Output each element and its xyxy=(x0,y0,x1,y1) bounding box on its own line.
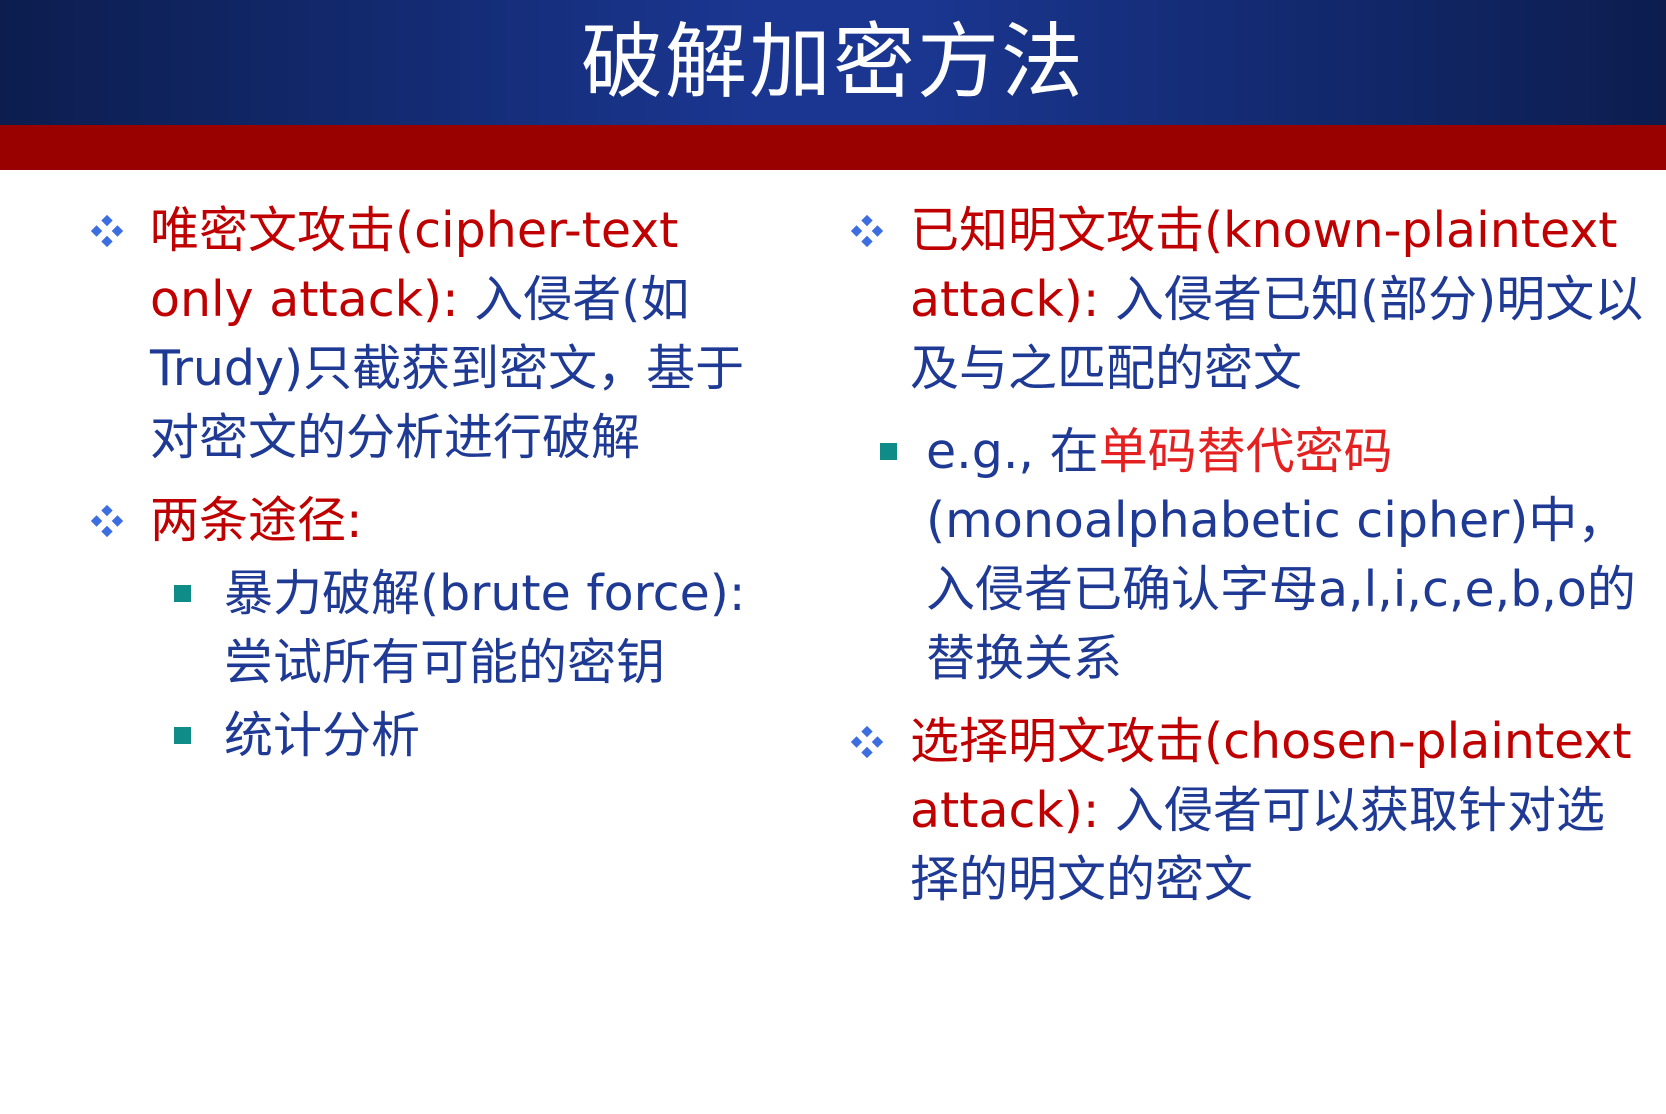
slide-title: 破解加密方法 xyxy=(580,14,1085,110)
diamond-cluster-icon xyxy=(90,504,124,538)
right-column: 已知明文攻击(known-plaintext attack): 入侵者已知(部分… xyxy=(848,196,1648,914)
text-brute-force: 暴力破解(brute force): 尝试所有可能的密钥 xyxy=(224,565,746,691)
square-bullet-icon xyxy=(174,585,212,623)
text-statistical: 统计分析 xyxy=(224,707,421,764)
example-highlight: 单码替代密码 xyxy=(1098,423,1393,480)
sub-bullet-example: e.g., 在单码替代密码 (monoalphabetic cipher)中，入侵… xyxy=(848,417,1648,693)
diamond-cluster-icon xyxy=(850,725,884,759)
sub-bullet-statistical: 统计分析 xyxy=(88,701,788,770)
bullet-two-ways: 两条途径: xyxy=(88,486,788,555)
bullet-chosen-plaintext: 选择明文攻击(chosen-plaintext attack): 入侵者可以获取… xyxy=(848,707,1648,914)
title-bar: 破解加密方法 xyxy=(0,0,1666,125)
example-prefix: e.g., 在 xyxy=(926,423,1099,480)
sub-bullet-brute-force: 暴力破解(brute force): 尝试所有可能的密钥 xyxy=(88,559,788,697)
square-bullet-icon xyxy=(174,727,212,765)
label-two-ways: 两条途径: xyxy=(150,492,363,549)
example-suffix: (monoalphabetic cipher)中，入侵者已确认字母a,l,i,c… xyxy=(926,492,1636,687)
diamond-cluster-icon xyxy=(850,214,884,248)
diamond-cluster-icon xyxy=(90,214,124,248)
square-bullet-icon xyxy=(880,443,918,481)
bullet-known-plaintext: 已知明文攻击(known-plaintext attack): 入侵者已知(部分… xyxy=(848,196,1648,403)
bullet-ciphertext-only: 唯密文攻击(cipher-text only attack): 入侵者(如Tru… xyxy=(88,196,788,472)
red-accent-band xyxy=(0,125,1666,170)
left-column: 唯密文攻击(cipher-text only attack): 入侵者(如Tru… xyxy=(88,196,788,770)
